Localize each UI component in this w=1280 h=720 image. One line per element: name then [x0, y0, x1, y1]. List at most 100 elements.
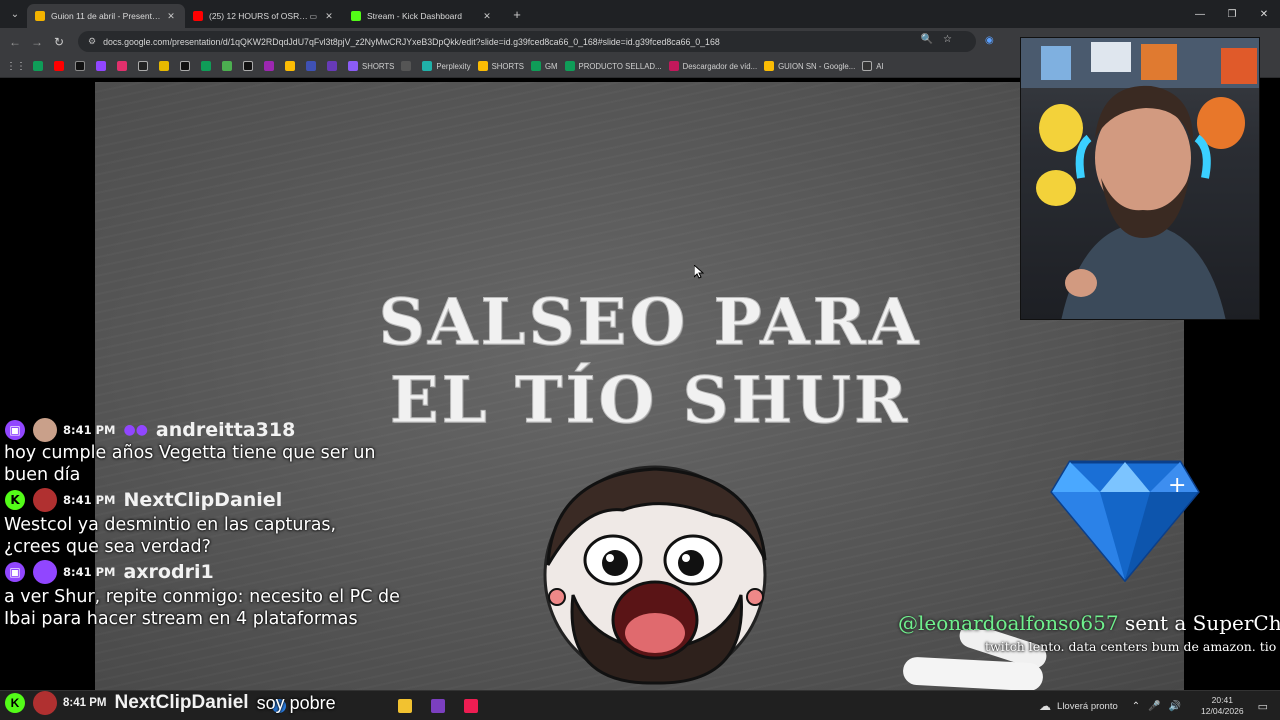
screen: ⌄ Guion 11 de abril - Presentación ✕ (25…	[0, 0, 1280, 720]
chat-text: a ver Shur, repite conmigo: necesito el …	[4, 587, 400, 629]
diamond-icon: +	[1050, 460, 1200, 582]
notification-icon[interactable]: ▭	[1258, 700, 1268, 713]
bookmark-icon[interactable]	[401, 61, 415, 71]
bookmark-label: SHORTS	[491, 61, 524, 71]
chat-overlay: ▣ 8:41 PM ●● andreitta318 hoy cumple año…	[0, 418, 420, 630]
bookmark-icon[interactable]	[306, 61, 320, 71]
chat-time: 8:41 PM	[63, 697, 107, 709]
bookmark-label: GM	[544, 61, 558, 71]
bookmark-icon[interactable]	[243, 61, 257, 71]
chat-text: soy pobre	[256, 693, 336, 713]
bookmark-icon[interactable]	[264, 61, 278, 71]
bookmark-icon[interactable]	[285, 61, 299, 71]
bookmark-shorts-2[interactable]: SHORTS	[477, 61, 524, 71]
bookmark-gm[interactable]: GM	[530, 61, 558, 71]
chat-username: NextClipDaniel	[123, 489, 283, 511]
kick-icon: K	[5, 490, 25, 510]
twitch-icon: ▣	[5, 420, 25, 440]
superchat-alert: @leonardoalfonso657 sent a SuperChat x40	[898, 611, 1280, 635]
badge-icon: ●●	[123, 422, 148, 438]
shouting-avatar-image	[543, 465, 767, 685]
bookmark-label: AI	[876, 61, 884, 71]
chat-time: 8:41 PM	[63, 423, 116, 437]
forward-icon[interactable]: →	[26, 35, 48, 49]
chat-text: hoy cumple años Vegetta tiene que ser un…	[4, 443, 376, 485]
slides-icon	[35, 11, 45, 21]
avatar	[33, 488, 57, 512]
extension-icon[interactable]: ◉	[985, 35, 994, 46]
bookmark-perplexity[interactable]: Perplexity	[422, 61, 471, 71]
chat-message: ▣ 8:41 PM ●● andreitta318 hoy cumple año…	[0, 418, 420, 486]
apps-grid-icon[interactable]: ⋮⋮	[6, 61, 26, 72]
app-icon[interactable]	[431, 699, 445, 713]
weather-widget[interactable]: ☁ Lloverá pronto	[1039, 699, 1118, 713]
kick-icon	[351, 11, 361, 21]
bookmark-label: SHORTS	[362, 61, 395, 71]
chat-message-header: ▣ 8:41 PM ●● andreitta318	[0, 418, 420, 442]
tab-guion[interactable]: Guion 11 de abril - Presentación ✕	[27, 4, 185, 28]
system-tray: ☁ Lloverá pronto ⌃🎤🔊 20:41 12/04/2026 ▭	[1039, 691, 1280, 720]
kick-icon: K	[5, 693, 25, 713]
weather-text: Lloverá pronto	[1057, 700, 1118, 712]
tab-youtube[interactable]: (25) 12 HOURS of OSRS mu ▭ ✕	[185, 4, 343, 28]
zoom-bookmark-icons[interactable]: 🔍☆	[921, 34, 962, 45]
window-controls: — ❐ ✕	[1184, 0, 1280, 28]
avatar	[33, 560, 57, 584]
bookmark-icon[interactable]	[75, 61, 89, 71]
tab-title: Stream - Kick Dashboard	[367, 11, 462, 21]
bookmark-icon[interactable]	[159, 61, 173, 71]
bookmark-ai[interactable]: AI	[862, 61, 884, 71]
chat-message: ▣ 8:41 PM axrodri1 a ver Shur, repite co…	[0, 558, 420, 630]
bookmark-producto[interactable]: PRODUCTO SELLAD...	[564, 61, 662, 71]
bookmark-icon[interactable]	[222, 61, 236, 71]
url-bar[interactable]: ⚙ docs.google.com/presentation/d/1qQKW2R…	[78, 31, 976, 52]
reload-icon[interactable]: ↻	[48, 35, 70, 49]
site-info-icon[interactable]: ⚙	[88, 36, 96, 47]
bookmark-icon[interactable]	[180, 61, 194, 71]
media-icon[interactable]: ▭	[309, 12, 317, 21]
bookmark-icon[interactable]	[54, 61, 68, 71]
close-icon[interactable]: ✕	[481, 11, 493, 22]
webcam-feed-image	[1021, 38, 1259, 319]
tab-search-chevron-icon[interactable]: ⌄	[3, 4, 27, 24]
chat-username: andreitta318	[155, 419, 296, 441]
bookmark-icon[interactable]	[201, 61, 215, 71]
slide-title-line-2: EL TÍO SHUR	[389, 363, 911, 439]
new-tab-button[interactable]: +	[507, 7, 527, 22]
chat-text: Westcol ya desmintio en las capturas, ¿c…	[4, 515, 337, 557]
webcam-overlay	[1020, 37, 1260, 320]
tray-icons[interactable]: ⌃🎤🔊	[1132, 701, 1189, 712]
avatar	[33, 691, 57, 715]
twitch-icon: ▣	[5, 562, 25, 582]
superchat-message: twitch lento. data centers bum de amazon…	[985, 639, 1280, 654]
close-icon[interactable]: ✕	[323, 11, 335, 22]
chat-time: 8:41 PM	[63, 565, 116, 579]
explorer-icon[interactable]	[398, 699, 412, 713]
bookmark-guion[interactable]: GUION SN - Google...	[764, 61, 855, 71]
url-text: docs.google.com/presentation/d/1qQKW2RDq…	[103, 36, 720, 47]
restore-icon[interactable]: ❐	[1216, 0, 1248, 28]
tiktok-icon[interactable]	[464, 699, 478, 713]
bookmark-icon[interactable]	[327, 61, 341, 71]
bookmark-label: Descargador de víd...	[682, 61, 758, 71]
bookmark-icon[interactable]	[33, 61, 47, 71]
chat-username: NextClipDaniel	[114, 692, 249, 713]
bookmark-icon[interactable]	[138, 61, 152, 71]
close-icon[interactable]: ✕	[165, 11, 177, 22]
tab-kick[interactable]: Stream - Kick Dashboard ✕	[343, 4, 501, 28]
bookmark-icon[interactable]	[96, 61, 110, 71]
chat-time: 8:41 PM	[63, 493, 116, 507]
back-icon[interactable]: ←	[4, 35, 26, 49]
browser-tab-bar: ⌄ Guion 11 de abril - Presentación ✕ (25…	[0, 0, 1280, 28]
cloud-rain-icon: ☁	[1039, 699, 1052, 713]
bookmark-descargador[interactable]: Descargador de víd...	[668, 61, 758, 71]
bookmark-icon[interactable]	[117, 61, 131, 71]
bookmark-shorts-1[interactable]: SHORTS	[348, 61, 394, 71]
superchat-user: @leonardoalfonso657	[898, 611, 1119, 635]
minimize-icon[interactable]: —	[1184, 0, 1216, 28]
chat-message: K 8:41 PM NextClipDaniel Westcol ya desm…	[0, 486, 420, 558]
clock-date: 12/04/2026	[1201, 706, 1244, 716]
slide-title: SALSEO PARA EL TÍO SHUR	[350, 284, 950, 440]
clock[interactable]: 20:41 12/04/2026	[1201, 695, 1244, 717]
close-window-icon[interactable]: ✕	[1248, 0, 1280, 28]
